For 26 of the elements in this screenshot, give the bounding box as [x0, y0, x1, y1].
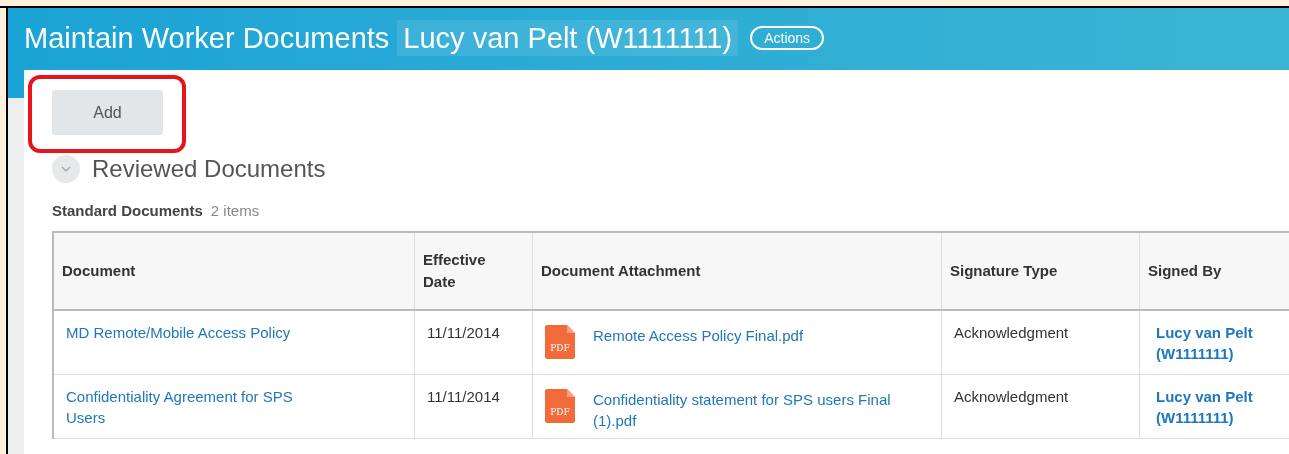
signer-link[interactable]: Lucy van Pelt (W1111111): [1156, 321, 1266, 364]
actions-button[interactable]: Actions: [750, 26, 825, 50]
attachment-link[interactable]: Remote Access Policy Final.pdf: [593, 324, 804, 346]
collapse-toggle[interactable]: [52, 155, 80, 183]
page-title: Maintain Worker Documents: [24, 21, 390, 56]
date-cell: 11/11/2014: [427, 387, 500, 405]
worker-name: Lucy van Pelt (W1111111): [397, 20, 739, 56]
column-header: Signature Type: [942, 232, 1140, 309]
column-header: Document: [54, 232, 415, 309]
signature-type-cell: Acknowledgment: [954, 323, 1069, 341]
pdf-file-icon: PDF: [545, 324, 575, 359]
document-link[interactable]: Confidentiality Agreement for SPS Users: [66, 385, 324, 428]
item-count: 2 items: [210, 201, 260, 221]
column-header: Effective Date: [415, 232, 533, 309]
column-header: Document Attachment: [533, 232, 942, 309]
section-title: Reviewed Documents: [92, 154, 326, 184]
attachment-link[interactable]: Confidentiality statement for SPS users Final (1).pdf: [593, 388, 929, 431]
signer-link[interactable]: Lucy van Pelt (W1111111): [1156, 385, 1266, 428]
date-cell: 11/11/2014: [427, 323, 500, 341]
document-link[interactable]: MD Remote/Mobile Access Policy: [66, 321, 291, 343]
signature-type-cell: Acknowledgment: [954, 387, 1069, 405]
grid-title: Standard Documents: [52, 201, 203, 221]
column-header: Signed By: [1140, 232, 1289, 309]
pdf-file-icon: PDF: [545, 388, 575, 423]
chevron-icon: [61, 166, 71, 172]
add-button[interactable]: Add: [52, 90, 163, 135]
